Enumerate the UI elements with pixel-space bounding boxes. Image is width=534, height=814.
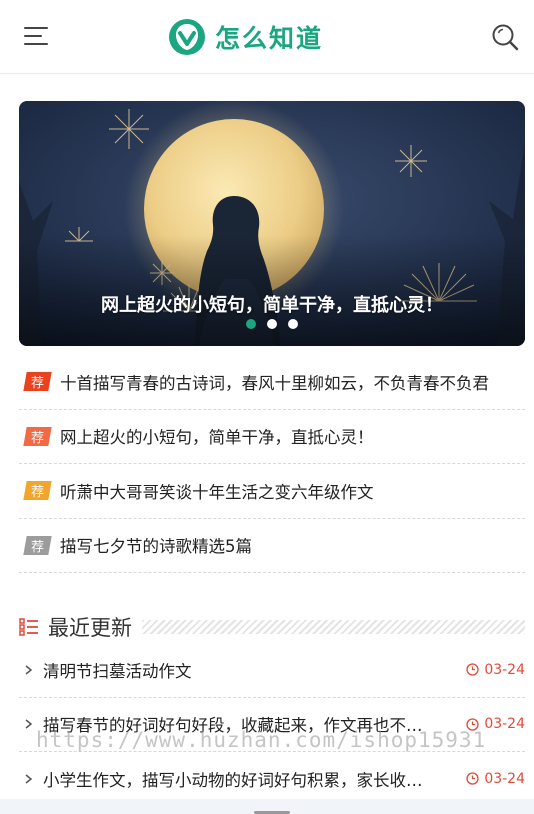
arrow-right-icon <box>25 774 33 784</box>
recommend-badge: 荐 <box>23 481 52 501</box>
logo-text: 怎么知道 <box>215 24 324 53</box>
clock-icon <box>466 772 479 785</box>
banner-dot-2[interactable] <box>267 319 277 329</box>
list-item[interactable]: 荐 网上超火的小短句，简单干净，直抵心灵！ <box>19 410 525 464</box>
article-date: 03-24 <box>466 771 525 787</box>
section-divider <box>142 620 525 634</box>
article-title: 小学生作文，描写小动物的好词好句积累，家长收藏起来 <box>43 770 428 790</box>
arrow-right-icon <box>25 719 33 729</box>
article-title: 听萧中大哥哥笑谈十年生活之变六年级作文 <box>60 482 374 502</box>
list-item[interactable]: 清明节扫墓活动作文 03-24 <box>19 643 525 698</box>
recent-updates-list: 清明节扫墓活动作文 03-24 描写春节的好词好句好段，收藏起来，作文再也不愁了… <box>19 643 525 807</box>
site-logo[interactable]: 怎么知道 <box>168 14 323 60</box>
article-title: 十首描写青春的古诗词，春风十里柳如云，不负青春不负君 <box>60 373 489 393</box>
date-text: 03-24 <box>484 716 525 733</box>
article-title: 网上超火的小短句，简单干净，直抵心灵！ <box>60 428 374 448</box>
hamburger-menu-icon[interactable] <box>24 24 52 50</box>
recommend-badge: 荐 <box>23 372 52 392</box>
list-item[interactable]: 荐 听萧中大哥哥笑谈十年生活之变六年级作文 <box>19 464 525 519</box>
banner-dot-3[interactable] <box>288 319 298 329</box>
clock-icon <box>466 663 479 676</box>
banner-caption: 网上超火的小短句，简单干净，直抵心灵！ <box>101 295 443 316</box>
header-bar: 怎么知道 <box>0 0 534 74</box>
logo-mark-icon <box>169 19 205 55</box>
banner-pagination <box>0 319 534 331</box>
date-text: 03-24 <box>484 770 525 787</box>
recommended-list: 荐 十首描写青春的古诗词，春风十里柳如云，不负青春不负君 荐 网上超火的小短句，… <box>19 355 525 573</box>
list-item[interactable]: 荐 十首描写青春的古诗词，春风十里柳如云，不负青春不负君 <box>19 355 525 410</box>
section-title: 最近更新 <box>48 616 132 640</box>
recommend-badge: 荐 <box>23 535 52 555</box>
search-icon[interactable] <box>490 22 520 52</box>
article-date: 03-24 <box>466 716 525 732</box>
banner-dot-1[interactable] <box>246 319 256 329</box>
clock-icon <box>466 718 479 731</box>
banner-slide[interactable]: 网上超火的小短句，简单干净，直抵心灵！ <box>19 101 525 346</box>
recent-updates-heading: 最近更新 <box>19 611 525 643</box>
list-item[interactable]: 描写春节的好词好句好段，收藏起来，作文再也不愁了 03-24 <box>19 698 525 752</box>
list-item[interactable]: 荐 描写七夕节的诗歌精选5篇 <box>19 519 525 573</box>
arrow-right-icon <box>25 665 33 675</box>
article-title: 描写七夕节的诗歌精选5篇 <box>60 537 252 557</box>
recommend-badge: 荐 <box>23 426 52 446</box>
article-title: 描写春节的好词好句好段，收藏起来，作文再也不愁了 <box>43 716 428 736</box>
date-text: 03-24 <box>484 661 525 678</box>
article-title: 清明节扫墓活动作文 <box>43 661 192 681</box>
list-icon <box>19 618 38 636</box>
article-date: 03-24 <box>466 662 525 678</box>
